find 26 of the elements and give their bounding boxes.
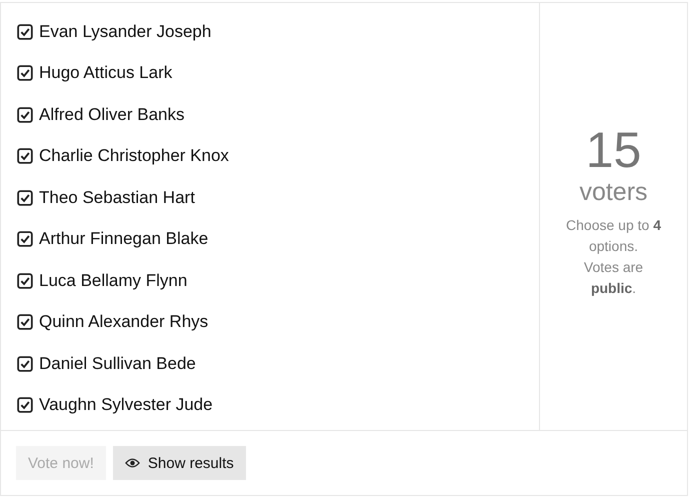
option-label: Vaughn Sylvester Jude — [39, 395, 213, 416]
checkbox[interactable] — [17, 397, 33, 414]
checkbox[interactable] — [17, 190, 33, 206]
option-label: Theo Sebastian Hart — [39, 188, 195, 208]
option-label: Daniel Sullivan Bede — [39, 354, 196, 374]
checkbox[interactable] — [17, 231, 33, 248]
show-results-button[interactable]: Show results — [112, 446, 246, 480]
checkbox[interactable] — [17, 24, 33, 40]
eye-icon — [124, 457, 140, 469]
checkbox[interactable] — [17, 106, 33, 123]
checkbox[interactable] — [17, 314, 33, 330]
choice-limit-text: Choose up to 4 options. — [565, 216, 662, 256]
option-label: Luca Bellamy Flynn — [39, 270, 188, 291]
option-label: Arthur Finnegan Blake — [39, 229, 208, 250]
option-label: Quinn Alexander Rhys — [39, 312, 208, 332]
visibility-text: Votes are public. — [582, 258, 644, 298]
checkbox[interactable] — [17, 65, 33, 82]
option-label: Alfred Oliver Banks — [39, 104, 184, 125]
option-label: Evan Lysander Joseph — [39, 22, 212, 42]
option-label: Charlie Christopher Knox — [39, 146, 229, 166]
checkbox[interactable] — [17, 356, 33, 372]
voters-label: voters — [579, 178, 648, 207]
option-label: Hugo Atticus Lark — [39, 63, 172, 84]
checkbox[interactable] — [17, 272, 33, 289]
checkbox[interactable] — [17, 148, 33, 164]
voter-count: 15 — [586, 122, 642, 178]
